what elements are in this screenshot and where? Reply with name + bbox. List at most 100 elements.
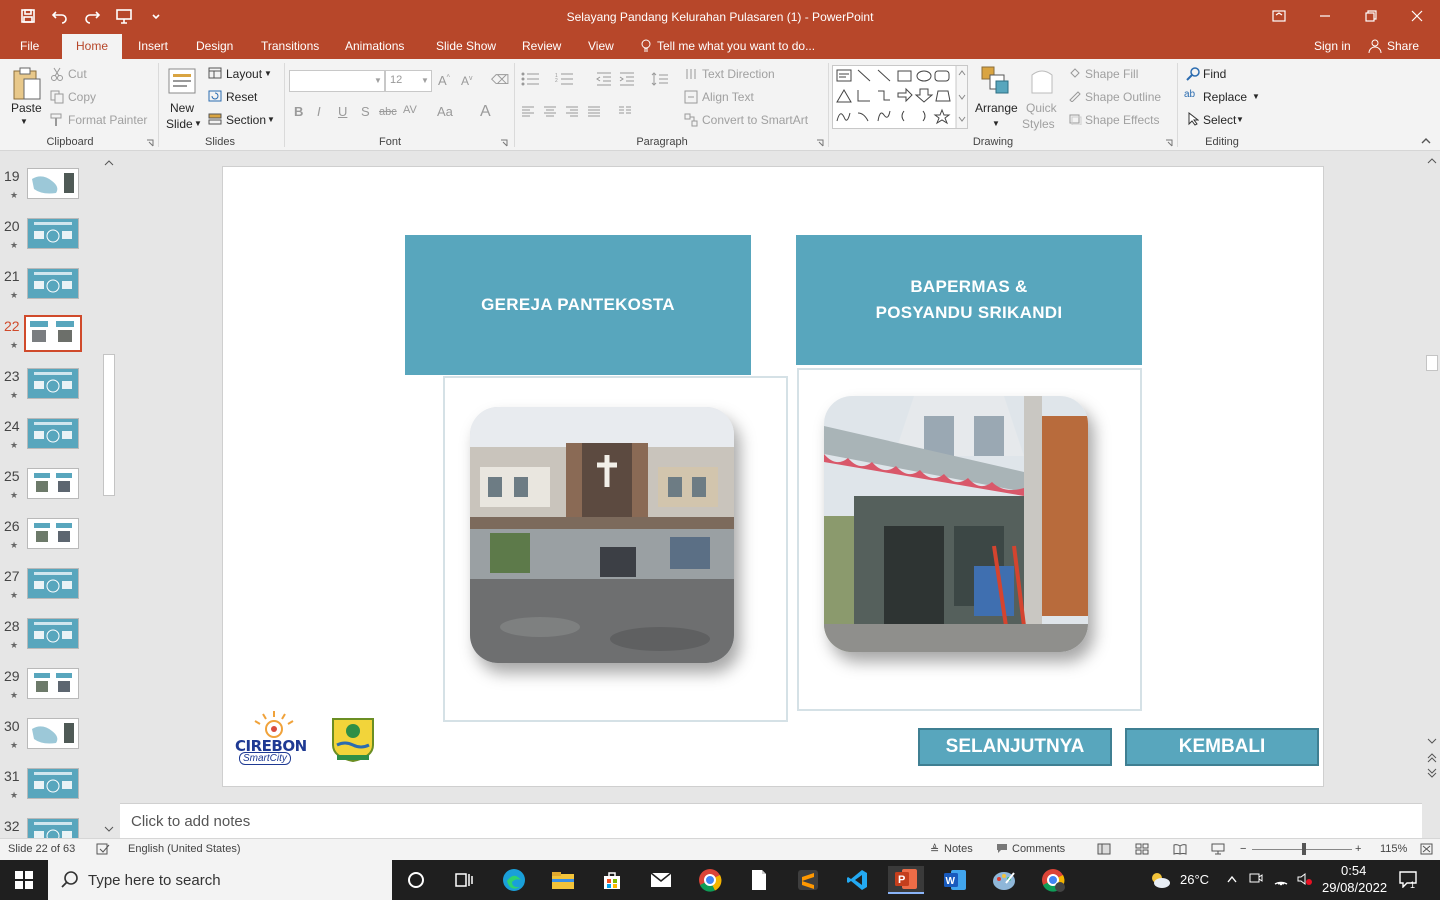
tab-animations[interactable]: Animations [345, 39, 404, 53]
cortana-icon[interactable] [398, 866, 434, 894]
taskbar-search-box[interactable]: Type here to search [48, 860, 392, 900]
meet-now-icon[interactable] [1249, 872, 1263, 887]
decrease-font-size-icon[interactable]: Av [461, 74, 473, 88]
file-explorer-icon[interactable] [545, 866, 581, 894]
tab-slide-show[interactable]: Slide Show [436, 39, 496, 53]
clock-time[interactable]: 0:54 [1341, 863, 1366, 878]
tab-design[interactable]: Design [196, 39, 233, 53]
align-right-icon[interactable] [565, 106, 579, 118]
paste-icon[interactable] [10, 65, 42, 103]
clock-date[interactable]: 29/08/2022 [1322, 880, 1387, 895]
format-painter-button[interactable]: Format Painter [68, 113, 147, 127]
sign-in-link[interactable]: Sign in [1314, 39, 1351, 53]
find-button[interactable]: Find [1203, 67, 1226, 81]
slide-thumbnail[interactable] [27, 718, 79, 749]
quick-styles-icon[interactable] [1028, 67, 1056, 97]
ribbon-display-options-icon[interactable] [1256, 0, 1302, 32]
clear-formatting-icon[interactable]: ⌫ [491, 72, 509, 88]
slide-thumbnail[interactable] [27, 518, 79, 549]
slide-thumbnail-row[interactable]: 24 ★ [0, 418, 100, 468]
normal-view-icon[interactable] [1097, 843, 1111, 858]
text-direction-button[interactable]: Text Direction [702, 67, 775, 81]
shape-fill-button[interactable]: Shape Fill [1085, 67, 1138, 81]
font-launcher-icon[interactable] [500, 139, 508, 147]
scroll-down-icon[interactable] [103, 824, 117, 834]
columns-icon[interactable] [618, 106, 632, 118]
justify-icon[interactable] [587, 106, 601, 118]
new-slide-label-2[interactable]: Slide [166, 117, 193, 131]
zoom-out-icon[interactable]: − [1240, 843, 1246, 855]
change-case-icon[interactable]: Aa [437, 104, 453, 119]
task-view-icon[interactable] [446, 866, 482, 894]
previous-slide-icon[interactable] [1424, 752, 1440, 764]
copy-button[interactable]: Copy [68, 90, 96, 104]
thumbnail-scrollbar[interactable] [101, 154, 115, 836]
quick-styles-label-1[interactable]: Quick [1026, 101, 1057, 115]
notes-pane[interactable]: Click to add notes [120, 803, 1422, 838]
powerpoint-taskbar-icon[interactable]: P [888, 866, 924, 894]
slide-thumbnail[interactable] [27, 268, 79, 299]
new-slide-label-1[interactable]: New [170, 101, 194, 115]
slide-thumbnail[interactable] [27, 668, 79, 699]
chrome-profile-icon[interactable] [1035, 866, 1071, 894]
layout-button[interactable]: Layout [226, 67, 262, 81]
sublime-text-icon[interactable] [790, 866, 826, 894]
line-spacing-icon[interactable] [651, 72, 669, 86]
church-photo[interactable] [470, 407, 734, 663]
comments-toggle[interactable]: Comments [1012, 843, 1065, 855]
tab-view[interactable]: View [588, 39, 614, 53]
clipboard-launcher-icon[interactable] [146, 139, 154, 147]
collapse-ribbon-icon[interactable] [1420, 137, 1432, 145]
tab-file[interactable]: File [20, 39, 39, 53]
font-name-input[interactable] [289, 70, 385, 92]
slide-thumbnail-row[interactable]: 31 ★ [0, 768, 100, 818]
section-button[interactable]: Section [226, 113, 266, 127]
italic-icon[interactable]: I [317, 104, 321, 119]
replace-dropdown-icon[interactable]: ▼ [1252, 92, 1260, 101]
font-size-dropdown-icon[interactable]: ▼ [421, 76, 429, 85]
fit-slide-icon[interactable] [1420, 843, 1433, 858]
layout-dropdown-icon[interactable]: ▼ [264, 69, 272, 78]
tell-me-box[interactable]: Tell me what you want to do... [641, 39, 815, 53]
kembali-button[interactable]: KEMBALI [1125, 728, 1319, 766]
select-button[interactable]: Select [1203, 113, 1236, 127]
slide-scroll-down-icon[interactable] [1424, 736, 1440, 746]
word-icon[interactable]: W [937, 866, 973, 894]
slide-thumbnail-row[interactable]: 27 ★ [0, 568, 100, 618]
next-slide-icon[interactable] [1424, 767, 1440, 779]
tab-home[interactable]: Home [62, 34, 123, 59]
selanjutnya-button[interactable]: SELANJUTNYA [918, 728, 1112, 766]
font-name-dropdown-icon[interactable]: ▼ [374, 76, 382, 85]
tab-review[interactable]: Review [522, 39, 561, 53]
align-center-icon[interactable] [543, 106, 557, 118]
slide-thumbnail-row[interactable]: 26 ★ [0, 518, 100, 568]
posyandu-photo[interactable] [824, 396, 1088, 652]
restore-icon[interactable] [1348, 0, 1394, 32]
character-spacing-icon[interactable]: AV [403, 104, 417, 116]
mail-icon[interactable] [643, 866, 679, 894]
cut-button[interactable]: Cut [68, 67, 87, 81]
right-title-box[interactable]: BAPERMAS & POSYANDU SRIKANDI [796, 235, 1142, 365]
slide-thumbnail[interactable] [27, 468, 79, 499]
zoom-level[interactable]: 115% [1380, 843, 1407, 855]
slide-thumbnail-row[interactable]: 21 ★ [0, 268, 100, 318]
numbering-icon[interactable]: 12 [555, 72, 575, 86]
increase-font-size-icon[interactable]: A^ [438, 73, 450, 88]
slide-thumbnail[interactable] [27, 418, 79, 449]
text-shadow-icon[interactable]: S [361, 104, 370, 119]
bullets-icon[interactable] [521, 72, 541, 86]
spell-check-icon[interactable] [96, 843, 110, 858]
left-title-box[interactable]: GEREJA PANTEKOSTA [405, 235, 751, 375]
slide-thumbnail-row[interactable]: 19 ★ [0, 168, 100, 218]
edge-browser-icon[interactable] [496, 866, 532, 894]
slide-thumbnail-row[interactable]: 25 ★ [0, 468, 100, 518]
slide-thumbnail-row[interactable]: 23 ★ [0, 368, 100, 418]
arrange-icon[interactable] [980, 65, 1010, 95]
underline-icon[interactable]: U [338, 104, 347, 119]
align-left-icon[interactable] [521, 106, 535, 118]
slide-thumbnail-row[interactable]: 30 ★ [0, 718, 100, 768]
new-slide-icon[interactable] [167, 65, 197, 97]
share-button[interactable]: Share [1368, 39, 1419, 53]
paste-label[interactable]: Paste [11, 101, 42, 115]
notes-toggle[interactable]: Notes [944, 843, 973, 855]
